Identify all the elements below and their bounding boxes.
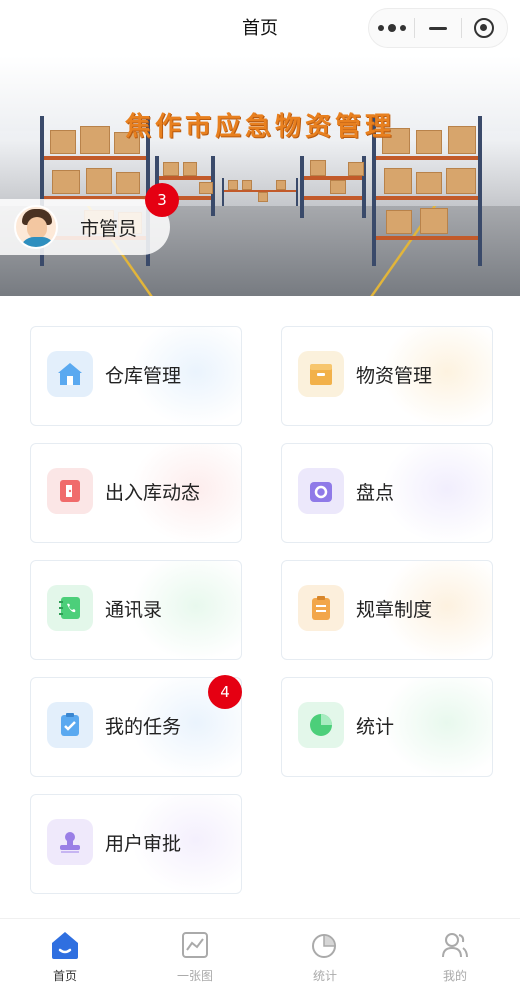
warehouse-shelf (222, 178, 298, 206)
card-label: 出入库动态 (105, 482, 201, 504)
warehouse-icon (47, 351, 93, 397)
card-label: 通讯录 (105, 599, 163, 621)
tab-label: 统计 (312, 969, 337, 983)
approval-stamp-icon (47, 819, 93, 865)
warehouse-management-card[interactable]: 仓库管理 (30, 326, 242, 426)
mini-program-capsule (368, 8, 508, 48)
statistics-card[interactable]: 统计 (281, 677, 493, 777)
more-dots-icon (377, 25, 384, 31)
card-label: 统计 (356, 716, 395, 738)
minus-icon (428, 26, 447, 30)
close-miniprogram-button[interactable] (462, 9, 507, 47)
warehouse-shelf (300, 156, 366, 218)
card-label: 仓库管理 (105, 365, 182, 387)
contacts-card[interactable]: 通讯录 (30, 560, 242, 660)
banner-title: 焦作市应急物资管理 (124, 112, 395, 142)
tab-label: 我的 (442, 969, 467, 983)
nav-bar: 首页 (0, 0, 520, 56)
notification-badge: 3 (145, 183, 179, 217)
supplies-box-icon (298, 351, 344, 397)
card-label: 规章制度 (356, 599, 433, 621)
user-approval-card[interactable]: 用户审批 (30, 794, 242, 894)
tab-overview-map[interactable]: 一张图 (130, 919, 260, 989)
card-label: 物资管理 (356, 365, 433, 387)
in-out-door-icon (47, 468, 93, 514)
minimize-button[interactable] (415, 9, 460, 47)
regulations-card[interactable]: 规章制度 (281, 560, 493, 660)
home-icon (49, 929, 81, 961)
tab-statistics[interactable]: 统计 (260, 919, 390, 989)
inventory-check-icon (298, 468, 344, 514)
tab-profile[interactable]: 我的 (390, 919, 520, 989)
clipboard-rules-icon (298, 585, 344, 631)
map-chart-icon (179, 929, 211, 961)
more-options-button[interactable] (369, 9, 414, 47)
banner: 焦作市应急物资管理 市管员 3 (0, 56, 520, 296)
task-check-icon (47, 702, 93, 748)
task-count-badge: 4 (208, 675, 242, 709)
card-label: 盘点 (356, 482, 395, 504)
tab-label: 一张图 (176, 969, 213, 983)
stats-pie-icon (309, 929, 341, 961)
profile-users-icon (439, 929, 471, 961)
user-role-label: 市管员 (80, 217, 138, 240)
avatar (14, 205, 58, 249)
in-out-dynamics-card[interactable]: 出入库动态 (30, 443, 242, 543)
card-label: 我的任务 (105, 716, 182, 738)
inventory-check-card[interactable]: 盘点 (281, 443, 493, 543)
card-label: 用户审批 (105, 833, 182, 855)
target-close-icon (474, 18, 495, 38)
bottom-tab-bar: 首页 一张图 统计 我的 (0, 918, 520, 989)
contacts-book-icon (47, 585, 93, 631)
tab-label: 首页 (52, 969, 77, 983)
supplies-management-card[interactable]: 物资管理 (281, 326, 493, 426)
user-profile-chip[interactable]: 市管员 (0, 199, 170, 255)
pie-chart-icon (298, 702, 344, 748)
tab-home[interactable]: 首页 (0, 919, 130, 989)
